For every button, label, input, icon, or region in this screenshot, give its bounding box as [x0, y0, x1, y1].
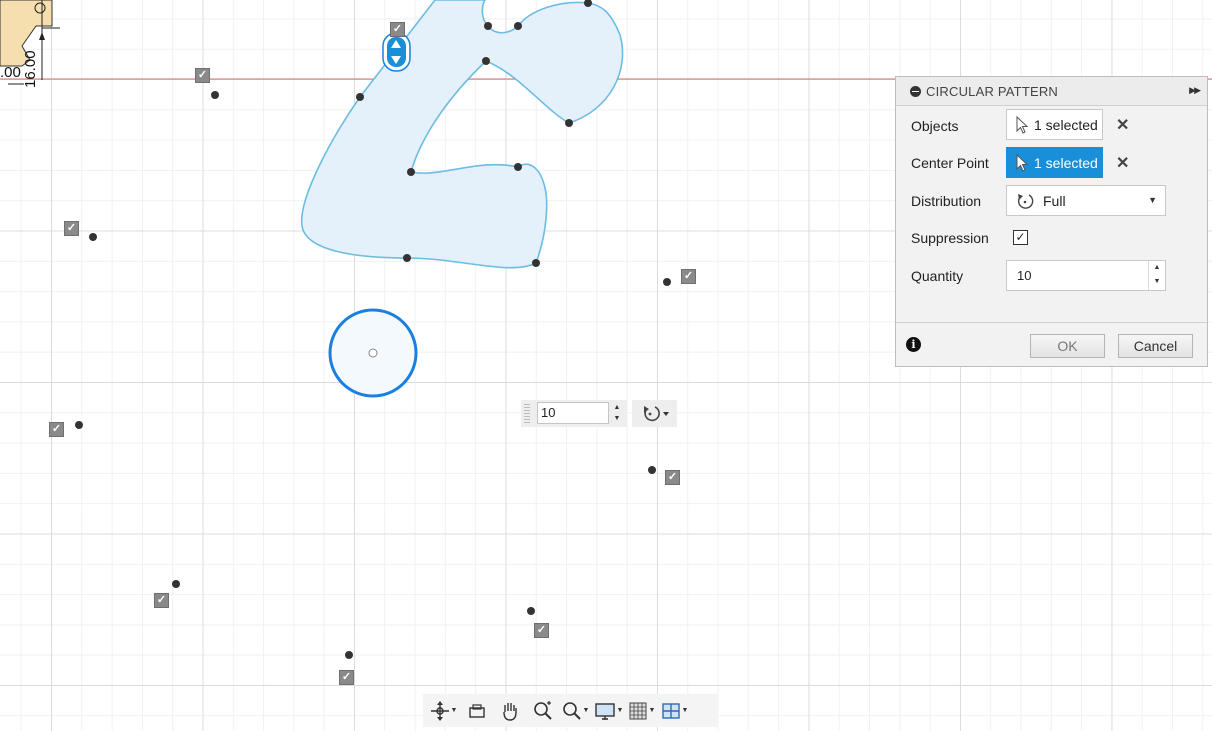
instance-checkbox-4[interactable]: ✓ — [49, 422, 64, 437]
viewports-icon[interactable]: ▼ — [658, 697, 691, 725]
inline-distribution-dropdown[interactable] — [632, 400, 677, 427]
look-at-icon[interactable] — [460, 697, 493, 725]
rotate-handle[interactable] — [382, 32, 411, 72]
suppression-label: Suppression — [911, 230, 989, 246]
circular-pattern-dialog: CIRCULAR PATTERN ▶▶ Objects 1 selected ✕… — [895, 76, 1208, 367]
full-distribution-icon — [1017, 193, 1034, 209]
center-point-selection[interactable]: 1 selected — [1006, 147, 1103, 178]
collapse-icon[interactable] — [910, 85, 921, 97]
center-point[interactable] — [368, 348, 378, 358]
pan-icon[interactable] — [493, 697, 526, 725]
instance-checkbox-8[interactable]: ✓ — [665, 470, 680, 485]
expand-icon[interactable]: ▶▶ — [1189, 85, 1201, 96]
selected-profile[interactable] — [300, 0, 624, 269]
drag-grip-icon[interactable] — [524, 404, 530, 423]
chevron-down-icon: ▼ — [1148, 195, 1157, 205]
display-settings-icon[interactable]: ▼ — [592, 697, 625, 725]
grid-settings-icon[interactable]: ▼ — [625, 697, 658, 725]
objects-selection-text: 1 selected — [1034, 116, 1098, 133]
navigation-toolbar: ▼ ▼ ▼ ▼ ▼ — [423, 694, 718, 727]
cursor-icon — [1016, 115, 1029, 134]
distribution-value: Full — [1043, 192, 1066, 209]
objects-label: Objects — [911, 118, 959, 134]
dimension-label-horizontal[interactable]: .00 — [0, 64, 21, 81]
instance-checkbox-1[interactable]: ✓ — [390, 22, 405, 37]
instance-checkbox-5[interactable]: ✓ — [154, 593, 169, 608]
clear-center-point-button[interactable]: ✕ — [1116, 153, 1129, 173]
distribution-dropdown[interactable]: Full ▼ — [1006, 185, 1166, 216]
dialog-title-bar[interactable]: CIRCULAR PATTERN ▶▶ — [896, 77, 1207, 106]
instance-checkbox-6[interactable]: ✓ — [339, 670, 354, 685]
dimension-label-vertical[interactable]: 16.00 — [22, 50, 39, 88]
quantity-stepper[interactable]: ▲ ▼ — [1148, 261, 1165, 290]
fit-icon[interactable]: ▼ — [559, 697, 592, 725]
inline-quantity-widget: 10 ▲ ▼ — [521, 400, 627, 427]
cursor-icon — [1016, 153, 1029, 172]
cancel-button[interactable]: Cancel — [1118, 334, 1193, 358]
quantity-value: 10 — [1017, 268, 1032, 283]
quantity-label: Quantity — [911, 268, 964, 284]
ok-button[interactable]: OK — [1030, 334, 1105, 358]
distribution-label: Distribution — [911, 193, 982, 209]
orbit-icon[interactable]: ▼ — [427, 697, 460, 725]
instance-checkbox-3[interactable]: ✓ — [64, 221, 79, 236]
dialog-title: CIRCULAR PATTERN — [926, 83, 1059, 99]
zoom-icon[interactable] — [526, 697, 559, 725]
dialog-footer: i OK Cancel — [896, 322, 1207, 366]
quantity-input[interactable]: 10 ▲ ▼ — [1006, 260, 1166, 291]
inline-quantity-input[interactable]: 10 — [537, 402, 609, 424]
full-distribution-icon — [644, 406, 669, 422]
center-point-selection-text: 1 selected — [1034, 154, 1098, 171]
inline-quantity-stepper[interactable]: ▲ ▼ — [610, 402, 624, 424]
suppression-checkbox[interactable]: ✓ — [1013, 230, 1028, 245]
clear-objects-button[interactable]: ✕ — [1116, 115, 1129, 135]
instance-checkbox-9[interactable]: ✓ — [681, 269, 696, 284]
instance-checkbox-2[interactable]: ✓ — [195, 68, 210, 83]
info-icon[interactable]: i — [906, 337, 921, 352]
instance-checkbox-7[interactable]: ✓ — [534, 623, 549, 638]
objects-selection[interactable]: 1 selected — [1006, 109, 1103, 140]
center-point-label: Center Point — [911, 155, 989, 171]
